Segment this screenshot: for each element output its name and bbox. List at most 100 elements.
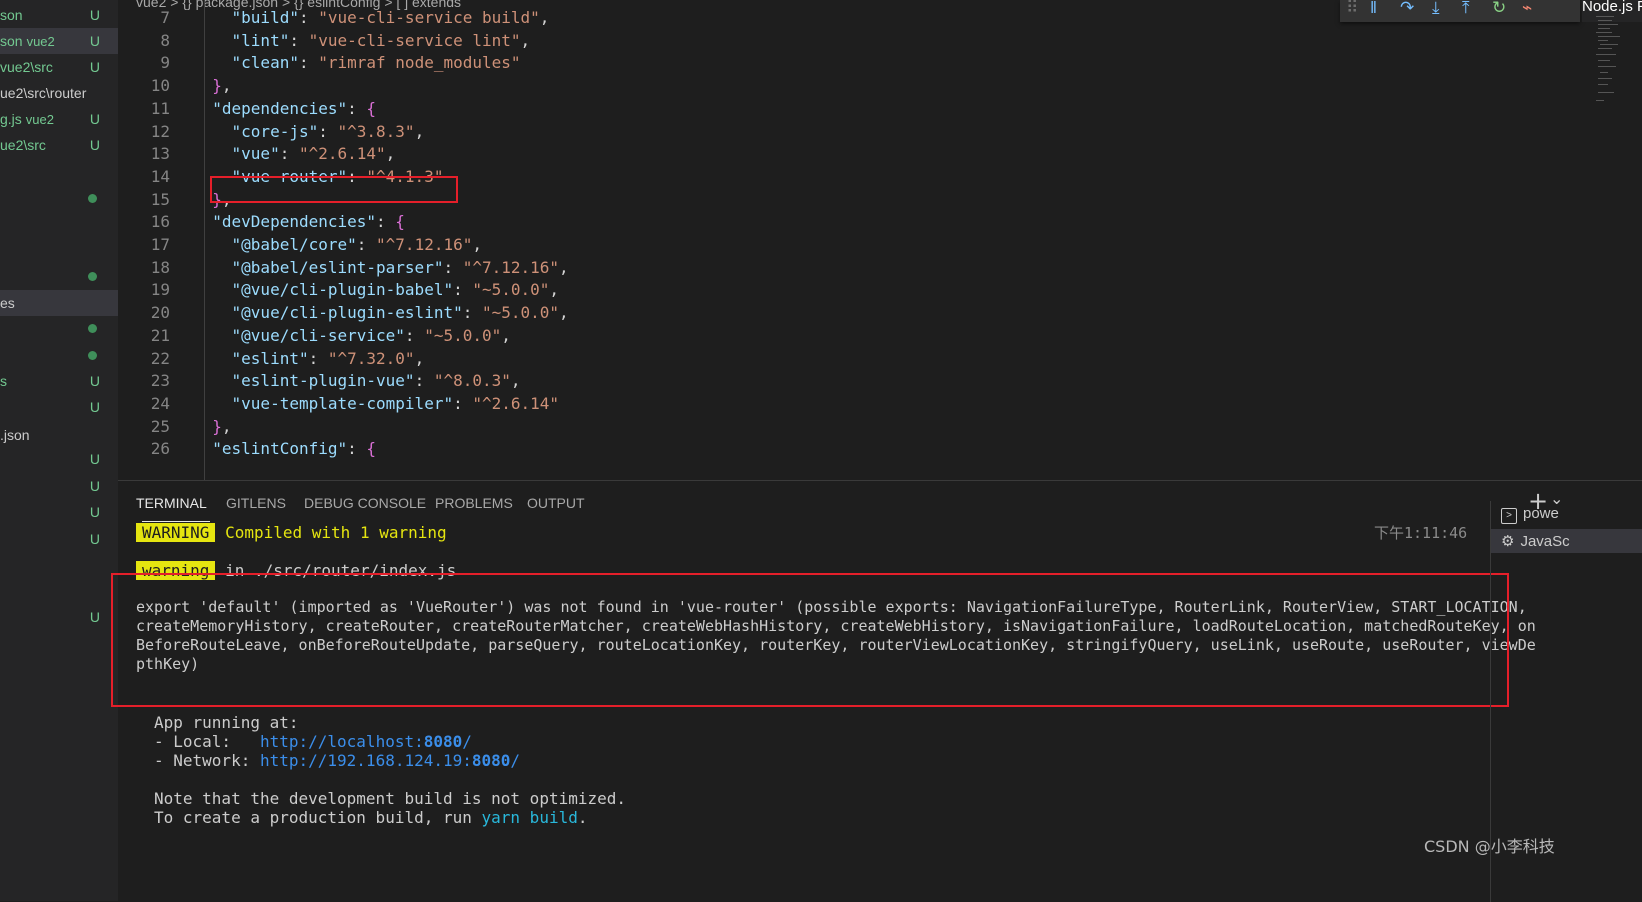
json-colon: : — [404, 325, 425, 345]
step-over-icon[interactable]: ↷ — [1400, 0, 1414, 18]
yarn-build-command: yarn build — [481, 808, 578, 827]
json-punctuation: , — [559, 257, 569, 277]
sidebar-file-item[interactable]: son vue2 U — [0, 28, 118, 54]
json-punctuation: , — [559, 303, 569, 323]
line-number: 19 — [150, 280, 170, 300]
tab-problems[interactable]: PROBLEMS — [435, 495, 513, 511]
sidebar-file-item[interactable]: U — [0, 499, 118, 525]
step-out-icon[interactable]: ⤒ — [1462, 0, 1470, 18]
sidebar-file-item[interactable] — [0, 263, 118, 289]
line-source: "devDependencies": { — [193, 210, 405, 234]
pause-icon[interactable]: ‖ — [1370, 0, 1377, 18]
json-colon: : — [279, 144, 299, 164]
json-string-value: "^2.6.14" — [298, 144, 386, 164]
json-string-value: "vue-cli-service lint" — [308, 30, 521, 50]
local-port[interactable]: 8080 — [424, 732, 463, 751]
line-number: 21 — [150, 325, 170, 345]
json-string-value: "^3.8.3" — [337, 121, 415, 141]
sidebar-file-item[interactable] — [0, 342, 118, 368]
drag-handle-icon[interactable]: ⠿ — [1346, 0, 1358, 18]
sidebar-file-item[interactable]: ue2\src U — [0, 132, 118, 158]
line-number: 23 — [150, 371, 170, 391]
terminal-list-item[interactable]: ⚙ JavaSc — [1491, 529, 1642, 553]
disconnect-icon[interactable]: ⌁ — [1522, 0, 1532, 18]
json-punctuation: , — [472, 235, 482, 254]
sidebar-file-name: .json — [0, 427, 30, 443]
json-string-value: "~5.0.0" — [481, 303, 560, 323]
json-punctuation: , — [539, 8, 550, 27]
sidebar-file-item[interactable]: son U — [0, 2, 118, 28]
terminal-list-item[interactable]: > powe — [1501, 505, 1559, 524]
sidebar-file-name: vue2\src — [0, 59, 53, 75]
line-number: 15 — [150, 189, 170, 209]
line-source: "@vue/cli-plugin-eslint": "~5.0.0", — [193, 301, 569, 325]
git-status-badge: U — [89, 609, 100, 625]
terminal-label: powe — [1523, 505, 1559, 522]
sidebar-file-name: s — [0, 373, 7, 389]
line-source: "eslint-plugin-vue": "^8.0.3", — [193, 369, 521, 393]
git-status-dot-icon — [88, 324, 97, 333]
sidebar-file-item[interactable]: U — [0, 446, 118, 472]
sidebar-file-item[interactable]: U — [0, 394, 118, 420]
restart-icon[interactable]: ↻ — [1492, 0, 1506, 18]
local-url-link[interactable]: http://localhost: — [260, 732, 424, 751]
json-colon: : — [308, 348, 328, 368]
network-port[interactable]: 8080 — [472, 751, 511, 770]
json-punctuation: , — [385, 144, 396, 164]
line-number: 7 — [160, 8, 170, 27]
local-slash[interactable]: / — [462, 732, 472, 751]
tab-gitlens[interactable]: GITLENS — [226, 495, 286, 511]
line-number: 11 — [150, 98, 170, 118]
local-label: - Local: — [154, 732, 260, 751]
json-colon: : — [414, 371, 434, 391]
tab-output[interactable]: OUTPUT — [527, 495, 585, 511]
step-into-icon[interactable]: ⤓ — [1432, 0, 1440, 18]
sidebar-file-item[interactable]: es — [0, 290, 118, 316]
json-key: "@vue/cli-service" — [231, 325, 405, 345]
line-source: }, — [193, 415, 231, 439]
sidebar-file-name: es — [0, 295, 15, 311]
breadcrumb-separator: > — [170, 0, 179, 10]
watermark: CSDN @小李科技 — [1424, 837, 1555, 856]
sidebar-file-item[interactable]: U — [0, 526, 118, 552]
json-string-value: "^7.12.16" — [462, 257, 560, 277]
sidebar-file-item[interactable]: U — [0, 473, 118, 499]
tab-debug-console[interactable]: DEBUG CONSOLE — [304, 495, 426, 511]
line-number: 26 — [150, 439, 170, 459]
explorer-sidebar: son Uson vue2 Uvue2\src Uue2\src\router g.js v… — [0, 0, 118, 901]
sidebar-file-item[interactable]: ue2\src\router — [0, 80, 118, 106]
sidebar-file-item[interactable]: .json — [0, 422, 118, 448]
json-string-value: "^8.0.3" — [433, 371, 511, 391]
sidebar-file-item[interactable]: sU — [0, 368, 118, 394]
terminal-label: JavaSc — [1520, 533, 1570, 550]
json-colon: : — [462, 303, 482, 323]
highlight-box-error — [111, 573, 1509, 707]
sidebar-file-dir: vue2 — [26, 34, 55, 49]
terminal-icon: > — [1501, 508, 1517, 524]
json-string-value: "rimraf node_modules" — [318, 53, 521, 73]
sidebar-file-item[interactable]: g.js vue2 U — [0, 106, 118, 132]
sidebar-file-item[interactable] — [0, 185, 118, 211]
json-colon: : — [347, 439, 367, 459]
code-editor[interactable]: vue2 > {} package.json > {} eslintConfig… — [118, 0, 1642, 480]
line-source: "@vue/cli-service": "~5.0.0", — [193, 324, 511, 348]
sidebar-file-item[interactable]: U — [0, 604, 118, 630]
minimap[interactable] — [1594, 14, 1636, 109]
warning-badge: WARNING — [136, 523, 216, 542]
json-punctuation: , — [221, 76, 232, 96]
sidebar-file-item[interactable] — [0, 315, 118, 341]
json-key: "dependencies" — [212, 98, 348, 118]
git-status-dot-icon — [88, 272, 97, 281]
sidebar-file-item[interactable]: vue2\src U — [0, 54, 118, 80]
network-url-link[interactable]: http://192.168.124.19: — [260, 751, 472, 770]
tab-terminal[interactable]: TERMINAL — [136, 495, 207, 511]
network-slash[interactable]: / — [510, 751, 520, 770]
